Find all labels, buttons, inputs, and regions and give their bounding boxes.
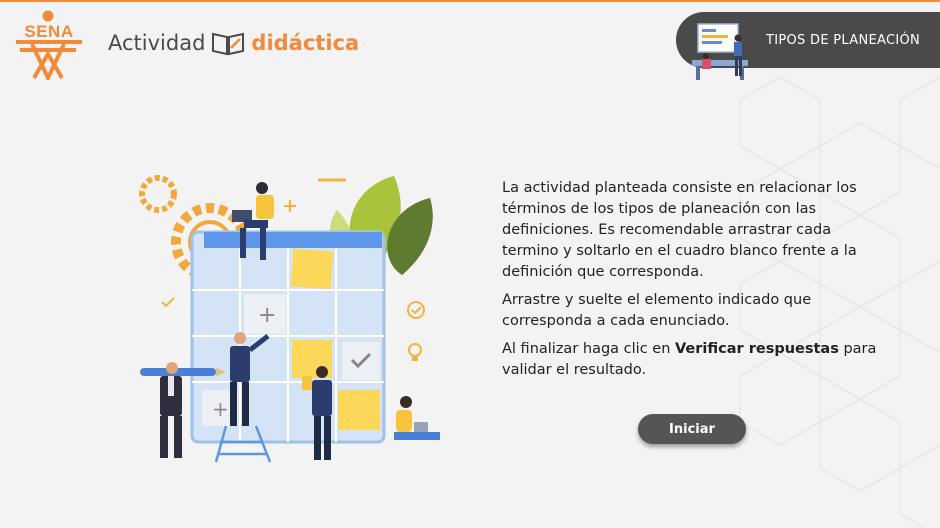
- svg-text:+: +: [212, 397, 229, 421]
- instructions: La actividad planteada consiste en relac…: [502, 178, 888, 388]
- section-label: TIPOS DE PLANEACIÓN: [766, 33, 921, 48]
- planning-team-illustration: [692, 23, 748, 80]
- sena-logo: SENA: [12, 10, 86, 80]
- svg-text:+: +: [258, 303, 276, 328]
- sena-logo-mark: [16, 10, 82, 80]
- plus-icon: [284, 200, 296, 212]
- title-didactic: didáctica: [251, 31, 360, 55]
- verify-answers-text: Verificar respuestas: [675, 341, 839, 357]
- logo-text: SENA: [24, 22, 74, 41]
- gear-icon: [139, 175, 177, 213]
- top-accent-line: [0, 0, 940, 2]
- final-paragraph: Al finalizar haga clic en Verificar resp…: [502, 339, 888, 381]
- intro-paragraph: La actividad planteada consiste en relac…: [502, 180, 857, 280]
- planning-illustration: + +: [139, 175, 440, 463]
- instruction-paragraph: Arrastre y suelte el elemento indicado q…: [502, 292, 812, 329]
- title-activity: Actividad: [108, 31, 206, 55]
- final-prefix: Al finalizar haga clic en: [502, 341, 675, 357]
- lightbulb-icon: [408, 343, 422, 361]
- open-book-icon: [212, 32, 245, 56]
- start-button[interactable]: Iniciar: [638, 414, 746, 444]
- page-title: Actividad didáctica: [108, 28, 359, 58]
